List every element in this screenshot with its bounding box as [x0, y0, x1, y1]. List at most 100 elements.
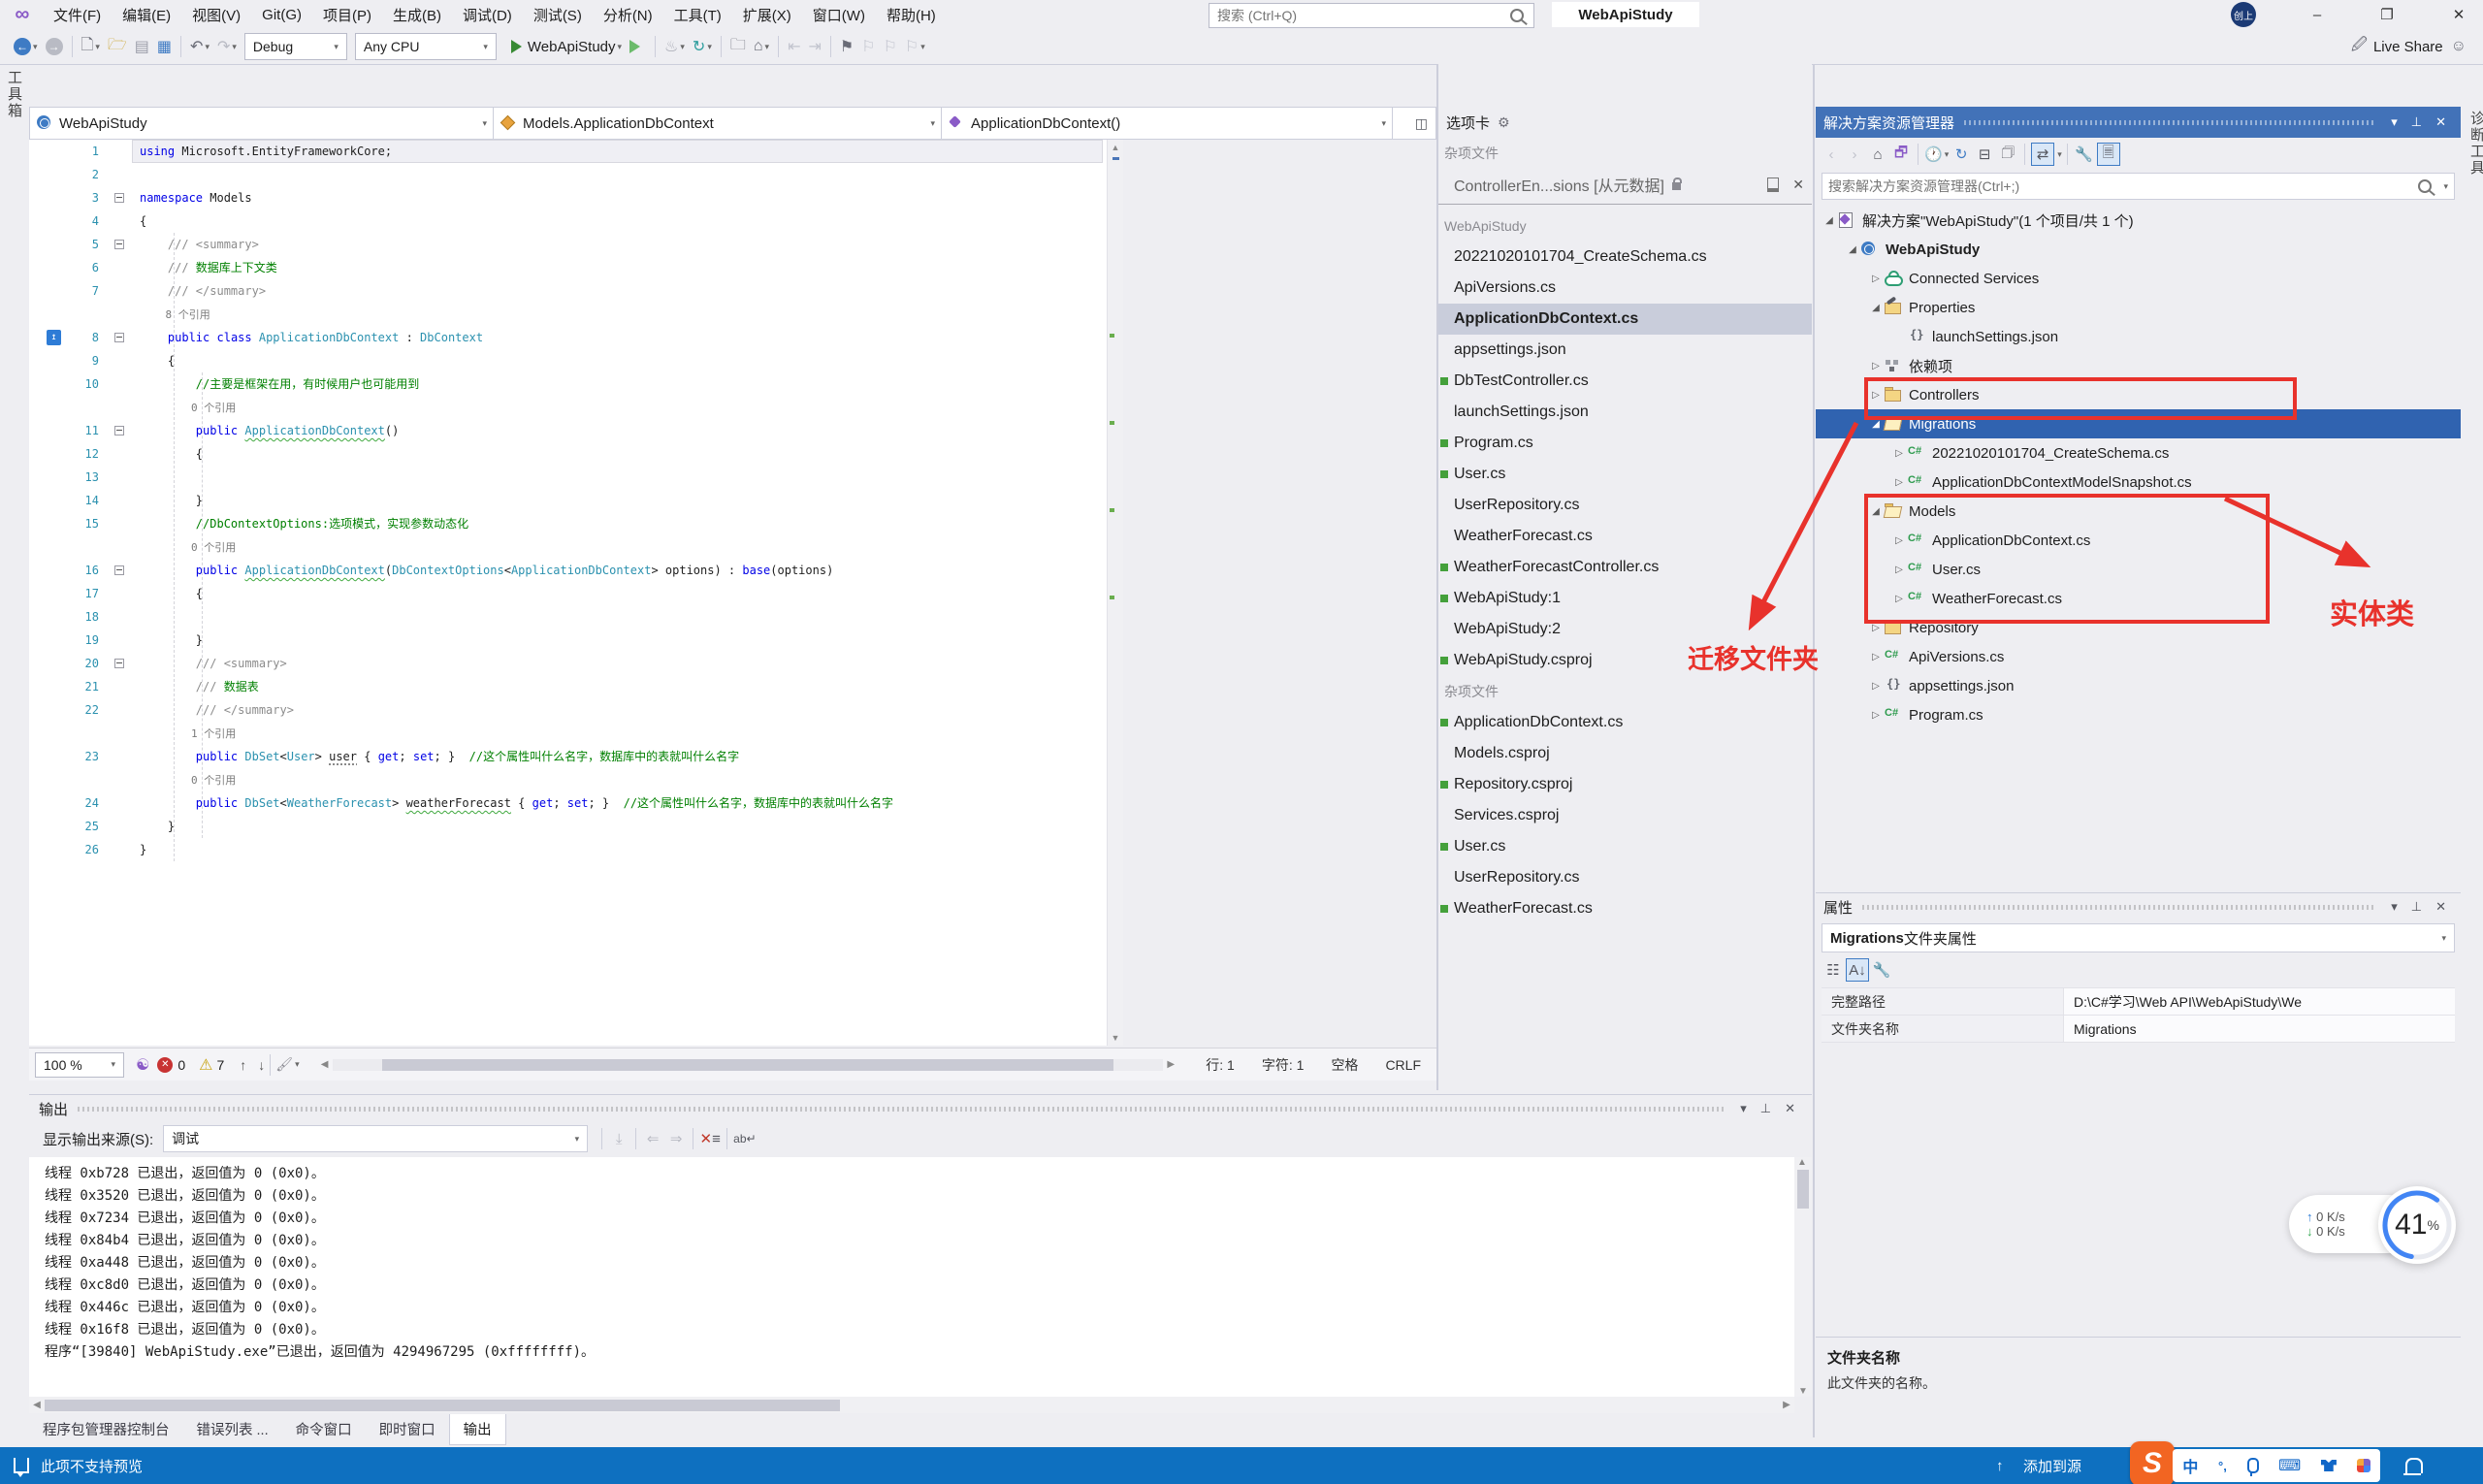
menu-item[interactable]: 测试(S)	[523, 3, 593, 27]
indent-decrease-icon[interactable]: ⇤	[785, 34, 803, 59]
pin-icon[interactable]: ⊥	[2404, 114, 2429, 130]
keep-open-icon[interactable]	[1767, 177, 1779, 192]
close-icon[interactable]: ✕	[1778, 1101, 1802, 1116]
expanded-arrow-icon[interactable]: ◢	[1868, 419, 1884, 430]
open-document-tab[interactable]: ApiVersions.cs	[1438, 273, 1812, 304]
codelens-row[interactable]: 0 个引用	[29, 768, 1107, 791]
next-message-icon[interactable]: ⇒	[665, 1128, 687, 1149]
open-document-tab[interactable]: WeatherForecastController.cs	[1438, 552, 1812, 583]
alphabetical-sort-icon[interactable]: A↓	[1846, 958, 1869, 982]
close-icon[interactable]: ✕	[2429, 899, 2453, 915]
save-all-button[interactable]: ▦	[154, 34, 175, 59]
fold-collapse-icon[interactable]	[114, 333, 124, 342]
codelens-row[interactable]: 0 个引用	[29, 535, 1107, 559]
document-health-icon[interactable]: ☯	[136, 1055, 149, 1075]
navigate-back-button[interactable]: ←▾	[11, 34, 41, 59]
toolbox-side-tab[interactable]: 工具箱	[4, 70, 24, 119]
sogou-ime-icon[interactable]: S	[2130, 1441, 2175, 1484]
open-document-tab[interactable]: UserRepository.cs	[1438, 490, 1812, 521]
code-line[interactable]: 7 /// </summary>	[29, 279, 1107, 303]
code-line[interactable]: 19 }	[29, 629, 1107, 652]
clear-all-icon[interactable]: ✕≡	[699, 1128, 721, 1149]
properties-object-dropdown[interactable]: Migrations 文件夹属性 ▾	[1822, 923, 2455, 952]
expanded-arrow-icon[interactable]: ◢	[1868, 303, 1884, 313]
next-issue-icon[interactable]: ↓	[258, 1057, 265, 1073]
ime-toolbox-icon[interactable]	[2357, 1459, 2370, 1472]
solution-search-input[interactable]	[1822, 177, 2418, 195]
code-line[interactable]: 22 /// </summary>	[29, 698, 1107, 722]
editor-vertical-scrollbar[interactable]: ▲ ▼	[1107, 140, 1123, 1046]
line-ending-indicator[interactable]: CRLF	[1385, 1057, 1421, 1073]
back-icon[interactable]: ‹	[1821, 144, 1842, 165]
open-document-tab[interactable]: DbTestController.cs	[1438, 366, 1812, 397]
gear-icon[interactable]: ⚙	[1498, 114, 1510, 131]
collapsed-arrow-icon[interactable]: ▷	[1891, 448, 1907, 459]
expanded-arrow-icon[interactable]: ◢	[1822, 215, 1837, 226]
editor-horizontal-scrollbar[interactable]	[333, 1059, 1164, 1071]
menu-item[interactable]: 工具(T)	[663, 3, 732, 27]
sync-with-active-document-icon[interactable]: ⇄	[2031, 143, 2054, 166]
output-vertical-scrollbar[interactable]: ▲ ▼	[1794, 1157, 1812, 1397]
tree-item[interactable]: ◢解决方案"WebApiStudy"(1 个项目/共 1 个)	[1816, 206, 2461, 235]
keyboard-icon[interactable]: ⌨	[2278, 1456, 2301, 1475]
menu-item[interactable]: 调试(D)	[452, 3, 523, 27]
solution-configuration-dropdown[interactable]: Debug▾	[244, 33, 347, 60]
maximize-button[interactable]: ❐	[2370, 0, 2403, 29]
switch-views-icon[interactable]: 🗗	[1890, 144, 1912, 165]
ime-skin-icon[interactable]	[2321, 1460, 2337, 1471]
codelens-row[interactable]: 1 个引用	[29, 722, 1107, 745]
code-line[interactable]: 4{	[29, 210, 1107, 233]
codelens-row[interactable]: 0 个引用	[29, 396, 1107, 419]
restart-button[interactable]: ↻▾	[690, 34, 715, 59]
solution-explorer-sync-button[interactable]: ⌂▾	[751, 34, 772, 59]
code-line[interactable]: 6 /// 数据库上下文类	[29, 256, 1107, 279]
preview-document-tab[interactable]: ControllerEn...sions [从元数据]✕	[1438, 169, 1812, 200]
open-document-tab[interactable]: Repository.csproj	[1438, 769, 1812, 800]
find-in-files-button[interactable]: 🗀	[727, 34, 749, 59]
tree-item[interactable]: launchSettings.json	[1816, 322, 2461, 351]
collapsed-arrow-icon[interactable]: ▷	[1868, 652, 1884, 662]
notifications-bell-icon[interactable]	[2405, 1458, 2423, 1473]
codelens-row[interactable]: 8 个引用	[29, 303, 1107, 326]
property-row[interactable]: 文件夹名称Migrations	[1822, 1016, 2455, 1043]
output-horizontal-scrollbar[interactable]: ◀ ▶	[29, 1397, 1794, 1413]
forward-icon[interactable]: ›	[1844, 144, 1865, 165]
menu-item[interactable]: 文件(F)	[43, 3, 112, 27]
code-line[interactable]: 23 public DbSet<User> user { get; set; }…	[29, 745, 1107, 768]
property-value[interactable]: D:\C#学习\Web API\WebApiStudy\We	[2064, 988, 2455, 1015]
open-document-tab[interactable]: Program.cs	[1438, 428, 1812, 459]
tree-item[interactable]: ▷20221020101704_CreateSchema.cs	[1816, 438, 2461, 468]
word-wrap-icon[interactable]: ab↵	[733, 1128, 756, 1149]
open-document-tab[interactable]: WeatherForecast.cs	[1438, 893, 1812, 924]
bottom-panel-tab[interactable]: 程序包管理器控制台	[29, 1414, 183, 1444]
indent-mode-indicator[interactable]: 空格	[1331, 1055, 1358, 1075]
categorized-view-icon[interactable]: ☷	[1822, 959, 1844, 981]
solution-platform-dropdown[interactable]: Any CPU▾	[355, 33, 497, 60]
collapsed-arrow-icon[interactable]: ▷	[1868, 274, 1884, 284]
code-cleanup-icon[interactable]: 🖌	[275, 1056, 293, 1073]
output-log[interactable]: 线程 0xb728 已退出，返回值为 0 (0x0)。线程 0x3520 已退出…	[29, 1157, 1794, 1397]
indent-increase-icon[interactable]: ⇥	[805, 34, 823, 59]
menu-item[interactable]: 视图(V)	[181, 3, 251, 27]
show-all-files-icon[interactable]: 🗇	[1997, 144, 2018, 165]
collapsed-arrow-icon[interactable]: ▷	[1868, 623, 1884, 633]
goto-last-message-icon[interactable]: ⤓	[608, 1128, 629, 1149]
account-avatar[interactable]: 创上	[2231, 2, 2256, 27]
code-line[interactable]: 10 //主要是框架在用，有时候用户也可能用到	[29, 372, 1107, 396]
open-document-tab[interactable]: WebApiStudy:1	[1438, 583, 1812, 614]
microphone-icon[interactable]	[2247, 1458, 2259, 1473]
fold-collapse-icon[interactable]	[114, 659, 124, 668]
code-line[interactable]: 9 {	[29, 349, 1107, 372]
bottom-panel-tab[interactable]: 输出	[449, 1414, 506, 1445]
minimize-button[interactable]: –	[2301, 0, 2334, 29]
breadcrumb-segment[interactable]: ApplicationDbContext()▾	[942, 108, 1393, 139]
code-line[interactable]: 20 /// <summary>	[29, 652, 1107, 675]
solution-explorer-titlebar[interactable]: 解决方案资源管理器 ▾ ⊥ ✕	[1816, 107, 2461, 138]
start-without-debugging-button[interactable]	[627, 34, 649, 59]
code-line[interactable]: 12 {	[29, 442, 1107, 466]
tree-item[interactable]: ▷appsettings.json	[1816, 671, 2461, 700]
tree-item[interactable]: ◢WebApiStudy	[1816, 235, 2461, 264]
open-document-tab[interactable]: Services.csproj	[1438, 800, 1812, 831]
tree-item[interactable]: ▷ApplicationDbContextModelSnapshot.cs	[1816, 468, 2461, 497]
menu-item[interactable]: 编辑(E)	[112, 3, 181, 27]
